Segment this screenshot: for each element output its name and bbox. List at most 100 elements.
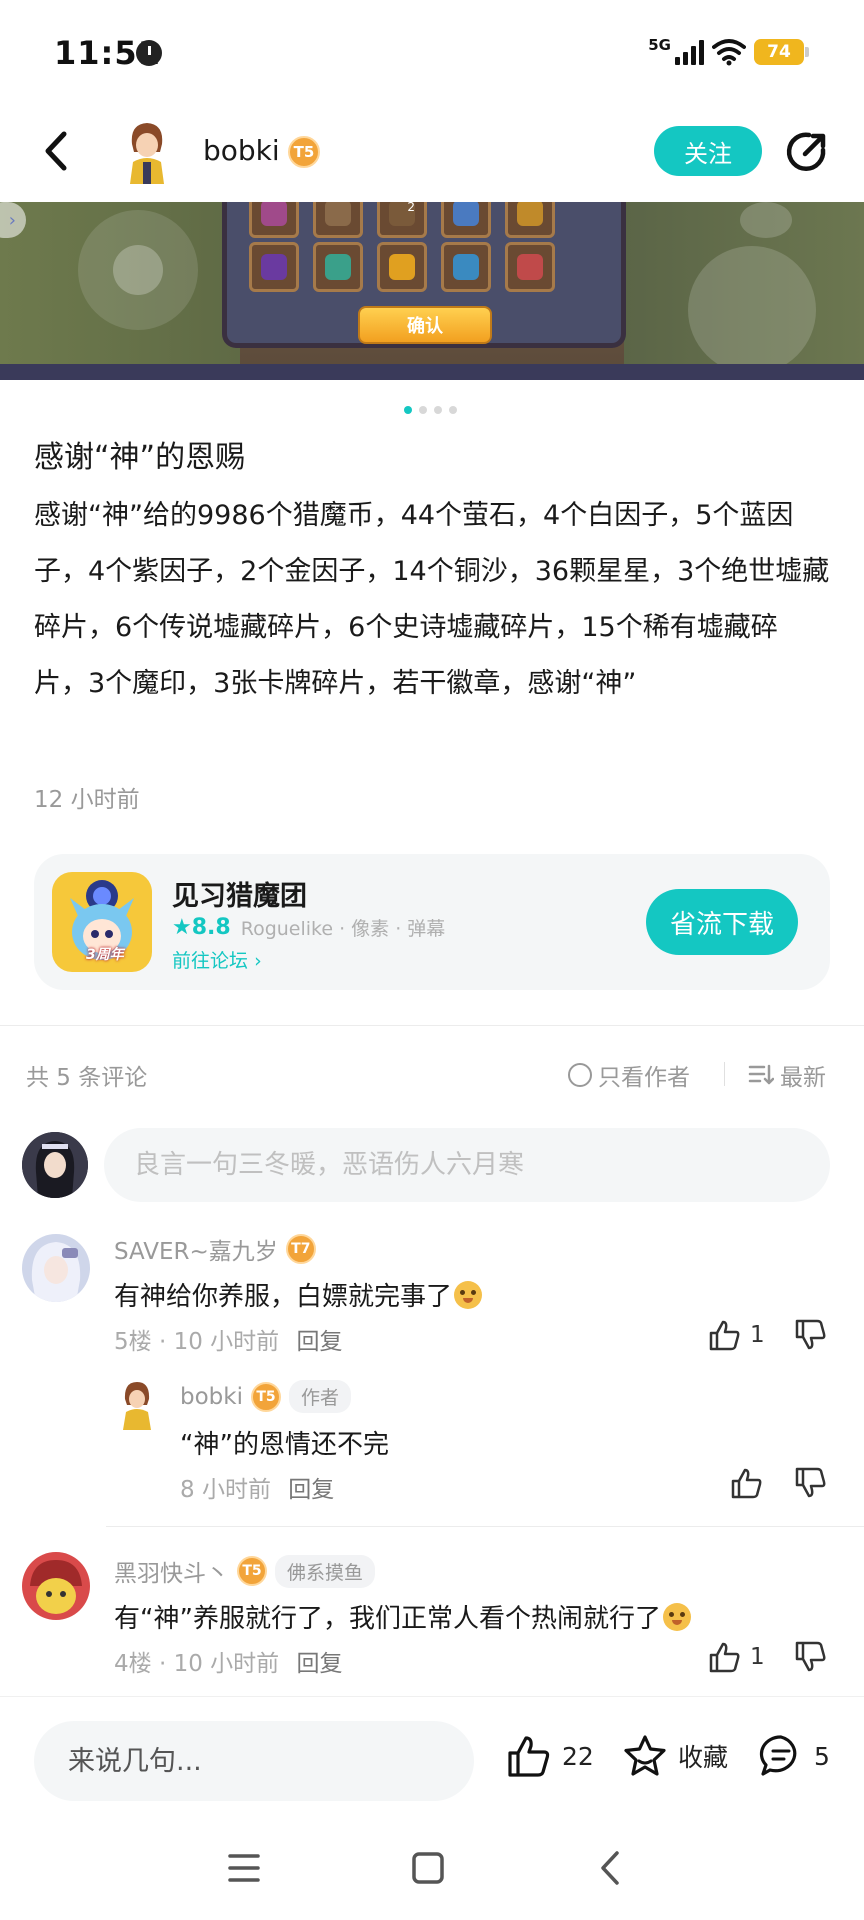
grin-emoji-icon [662,1603,691,1631]
reward-slot [441,242,491,292]
level-badge: T7 [285,1234,316,1264]
reward-slot [505,242,555,292]
forum-link[interactable]: 前往论坛 › [172,946,262,973]
thumbs-down-icon[interactable] [794,1466,828,1500]
game-card[interactable]: 3周年 见习猎魔团 ★8.8 Roguelike · 像素 · 弹幕 前往论坛 … [34,854,830,990]
author-tag: 作者 [288,1380,351,1413]
star-outline-icon[interactable] [622,1733,668,1779]
post-title: 感谢“神”的恩赐 [34,440,246,475]
comments-button[interactable]: 5 [758,1733,830,1779]
commenter-avatar[interactable] [22,1552,90,1620]
download-button[interactable]: 省流下载 [646,889,798,955]
like-count: 1 [750,1644,765,1670]
reply-avatar[interactable] [114,1378,160,1430]
section-divider [0,1025,864,1026]
reply-button[interactable]: 回复 [288,1477,334,1503]
confirm-button-graphic: 确认 [358,306,492,344]
user-tag: 佛系摸鱼 [275,1554,376,1588]
reward-slot [377,242,427,292]
battery-icon: 74 [754,39,809,65]
comment-floor: 4楼 [114,1651,152,1677]
reward-slot [313,202,363,238]
carousel-pager [404,406,457,414]
comments-count: 共 5 条评论 [26,1065,148,1091]
game-name[interactable]: 见习猎魔团 [172,874,307,913]
sort-button[interactable]: 最新 [748,1058,826,1092]
level-value: 5 [303,143,315,161]
reward-slot-row-bottom [249,242,555,292]
share-icon[interactable] [783,128,831,176]
comment-text: 有神给你养服，白嫖就完事了 [114,1276,483,1313]
pager-dot [449,406,457,414]
grin-emoji-icon [454,1281,483,1309]
radio-icon[interactable] [568,1063,592,1087]
favorite-button[interactable]: 收藏 [622,1733,728,1779]
reply-input[interactable] [34,1721,474,1801]
author-only-label: 只看作者 [598,1065,690,1091]
comment-time: 10 小时前 [173,1651,280,1677]
sort-label: 最新 [780,1065,826,1091]
back-icon[interactable] [590,1846,634,1890]
thumbs-up-icon[interactable] [730,1466,764,1500]
level-badge: T5 [237,1556,267,1586]
pager-dot-active [404,406,412,414]
post-image-carousel[interactable]: 2 确认 › [0,202,864,380]
reply-meta: 8 小时前 回复 [180,1470,334,1504]
comment-like-button[interactable]: 1 [708,1640,765,1674]
game-rating: ★8.8 [172,915,231,940]
comment-like-button[interactable]: 1 [708,1318,765,1352]
author-only-toggle[interactable]: 只看作者 [568,1058,690,1092]
star-icon: ★ [172,915,192,940]
forum-link-label: 前往论坛 [172,950,249,972]
pager-dot [419,406,427,414]
comment-input[interactable] [104,1128,830,1202]
game-hud-strip [0,364,864,380]
reply-text: “神”的恩情还不完 [180,1430,389,1460]
thumbs-down-icon[interactable] [794,1640,828,1674]
reward-slot-row-top: 2 [249,202,555,238]
post-like-button[interactable]: 22 [506,1733,594,1779]
chevron-right-icon: › [254,950,262,972]
reply-button[interactable]: 回复 [296,1651,342,1677]
back-arrow-icon[interactable] [34,124,82,178]
thumbs-down-icon[interactable] [794,1318,828,1352]
comment-divider [106,1526,864,1527]
status-bar: 11:51 5G 74 [0,0,864,100]
comment-username[interactable]: SAVER~嘉九岁 T7 [114,1232,316,1266]
commenter-avatar[interactable] [22,1234,90,1302]
game-app-icon[interactable]: 3周年 [52,872,152,972]
follow-button[interactable]: 关注 [654,126,762,176]
level-badge: T5 [288,136,320,168]
comment-username[interactable]: 黑羽快斗丶 T5 佛系摸鱼 [114,1554,376,1588]
reply-username[interactable]: bobki T5 作者 [180,1380,351,1413]
bottom-action-bar: 22 收藏 5 [0,1696,864,1816]
game-tags: Roguelike · 像素 · 弹幕 [240,918,446,940]
author-name[interactable]: bobki [203,134,280,167]
level-value: 7 [300,1241,311,1257]
joystick-graphic [78,210,198,330]
system-nav-bar [0,1816,864,1920]
reply-button[interactable]: 回复 [296,1329,342,1355]
comment-bubble-icon[interactable] [758,1733,804,1779]
menu-icon[interactable] [222,1846,266,1890]
thumbs-up-icon[interactable] [506,1733,552,1779]
post-like-count: 22 [562,1741,594,1771]
reward-slot [313,242,363,292]
thumbs-up-icon[interactable] [708,1318,742,1352]
sort-icon [748,1064,774,1085]
reply-user-label: bobki [180,1383,243,1410]
status-indicators: 5G 74 [648,36,809,68]
level-badge: T5 [250,1381,281,1412]
comment-text-label: 有神给你养服，白嫖就完事了 [114,1282,453,1312]
like-count: 1 [750,1322,765,1348]
my-avatar [22,1132,88,1198]
author-avatar[interactable] [116,118,178,184]
pager-dot [434,406,442,414]
level-value: 5 [265,1388,276,1405]
home-icon[interactable] [406,1846,450,1890]
comment-floor: 5楼 [114,1329,152,1355]
clock-icon [136,40,162,66]
thumbs-up-icon[interactable] [708,1640,742,1674]
post-time: 12 小时前 [34,787,140,813]
header-separator [724,1062,725,1086]
